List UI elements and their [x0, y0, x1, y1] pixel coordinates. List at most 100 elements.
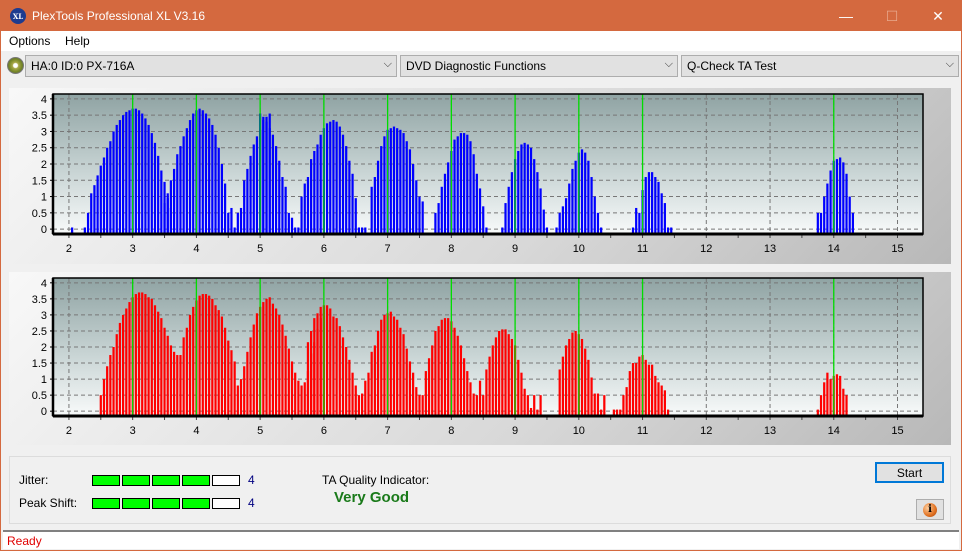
bar-peak-8: [440, 186, 443, 234]
x-tick-label: 8: [448, 425, 454, 437]
bar-peak-11: [635, 363, 638, 416]
bar-peak-11: [651, 172, 654, 234]
minimize-button[interactable]: —: [823, 1, 869, 31]
bar-peak-3-4: [220, 316, 224, 416]
bar-peak-3-4: [160, 318, 163, 416]
bar-peak-3-4: [274, 308, 278, 416]
bar-peak-5: [284, 186, 287, 234]
bar-peak-8-9: [485, 369, 488, 416]
x-tick-label: 5: [257, 425, 263, 437]
bar-peak-3-4: [137, 292, 141, 416]
bar-peak-8-9: [539, 395, 542, 416]
x-tick-label: 4: [193, 243, 199, 255]
bar-peak-3-4: [217, 310, 220, 416]
x-tick-label: 11: [637, 243, 648, 255]
bar-peak-8: [447, 162, 450, 234]
close-button[interactable]: ✕: [915, 1, 961, 31]
bar-peak-3-4: [125, 308, 128, 416]
bar-peak-8-9: [475, 395, 478, 416]
bar-peak-5: [262, 116, 265, 234]
jitter-meter-segment: [92, 475, 120, 486]
x-tick-label: 10: [573, 425, 585, 437]
bar-peak-14: [835, 159, 839, 234]
jitter-meter-segment: [212, 475, 240, 486]
x-tick-label: 14: [828, 425, 840, 437]
bar-peak-10: [568, 183, 571, 234]
bar-peak-6-7: [345, 347, 348, 416]
bar-peak-7: [421, 201, 424, 234]
upper-ta-chart: 0 0.5 1 1.5 2 2.5 3 3.5 4 2 3 4 5 6 7 8 9 10 11 12 13 14 15: [32, 93, 924, 255]
lower-chart-panel: 0 0.5 1 1.5 2 2.5 3 3.5 4 2 3 4 5 6 7 8 9 10 11 12 13 14 15: [9, 272, 951, 445]
bar-peak-6-7: [405, 348, 408, 416]
bar-peak-7: [380, 146, 383, 234]
bar-peak-9: [504, 203, 507, 234]
bar-peak-5: [351, 173, 354, 234]
bar-peak-4: [204, 113, 208, 234]
bar-peak-3b: [128, 110, 131, 234]
peak-shift-meter-segment: [182, 498, 210, 509]
bar-peak-9: [507, 186, 510, 234]
bar-peak-10: [593, 393, 596, 416]
bar-peak-3b: [96, 175, 99, 234]
jitter-value: 4: [248, 473, 255, 487]
bar-peak-8: [459, 133, 463, 234]
drive-select[interactable]: HA:0 ID:0 PX-716A ⌵: [25, 55, 397, 77]
bar-peak-14: [842, 388, 845, 416]
test-select[interactable]: Q-Check TA Test ⌵: [681, 55, 959, 77]
bar-peak-10: [590, 177, 593, 234]
upper-chart-panel: 0 0.5 1 1.5 2 2.5 3 3.5 4 2 3 4 5 6 7 8 9 10 11 12 13 14 15: [9, 88, 951, 264]
bar-peak-14: [835, 374, 839, 416]
bar-peak-4: [172, 168, 176, 234]
bar-peak-8: [466, 134, 469, 234]
bar-peak-8: [472, 154, 475, 234]
bar-peak-7: [408, 149, 412, 234]
bar-peak-10: [590, 377, 593, 416]
bar-peak-11: [654, 375, 657, 416]
bar-peak-14: [826, 183, 829, 234]
bar-peak-10: [587, 359, 590, 416]
bar-peak-5: [310, 159, 313, 234]
bar-peak-8-9: [517, 359, 520, 416]
maximize-button[interactable]: ☐: [869, 1, 915, 31]
bar-peak-8-9: [443, 318, 447, 416]
bar-peak-5: [287, 212, 290, 234]
bar-peak-3-4: [230, 350, 233, 416]
x-tick-label: 3: [130, 243, 136, 255]
bar-peak-5: [329, 121, 332, 234]
bar-peak-3b: [109, 141, 112, 234]
bar-peak-3-4: [192, 306, 195, 416]
bar-peak-6-7: [376, 330, 380, 416]
menu-help[interactable]: Help: [65, 34, 90, 48]
bar-peak-4: [243, 180, 246, 234]
bar-peak-3-4: [233, 361, 236, 416]
bar-peak-4: [220, 164, 224, 234]
y-tick-label: 0: [41, 406, 47, 418]
disc-drive-icon: [7, 57, 24, 74]
bar-peak-3-4: [188, 314, 192, 416]
results-panel: Jitter: 4 Peak Shift: 4 TA Quality Indic…: [9, 456, 951, 524]
bar-peak-6-7: [332, 316, 335, 416]
bar-peak-6-7: [306, 342, 310, 416]
bar-peak-11: [663, 203, 666, 234]
bar-peak-6-7: [316, 313, 319, 416]
peak-shift-meter-segment: [212, 498, 240, 509]
x-tick-label: 2: [66, 243, 72, 255]
bar-peak-10: [596, 393, 600, 416]
bar-peak-3-4: [262, 302, 265, 416]
bar-peak-6-7: [424, 371, 427, 416]
bar-peak-5: [341, 134, 345, 234]
bar-peak-3-4: [246, 351, 249, 416]
bar-peak-3-4: [157, 311, 160, 416]
menu-options[interactable]: Options: [9, 34, 50, 48]
bar-peak-14: [845, 395, 848, 416]
bar-peak-3-4: [185, 327, 188, 416]
start-button[interactable]: Start: [875, 462, 944, 483]
bar-peak-4: [182, 136, 185, 234]
bar-peak-14: [839, 157, 842, 234]
bar-peak-14: [829, 170, 832, 234]
info-button[interactable]: i: [916, 499, 944, 520]
function-select[interactable]: DVD Diagnostic Functions ⌵: [400, 55, 678, 77]
bar-peak-5: [278, 160, 281, 234]
bar-peak-3-4: [150, 298, 153, 416]
bar-peak-8-9: [488, 356, 491, 416]
